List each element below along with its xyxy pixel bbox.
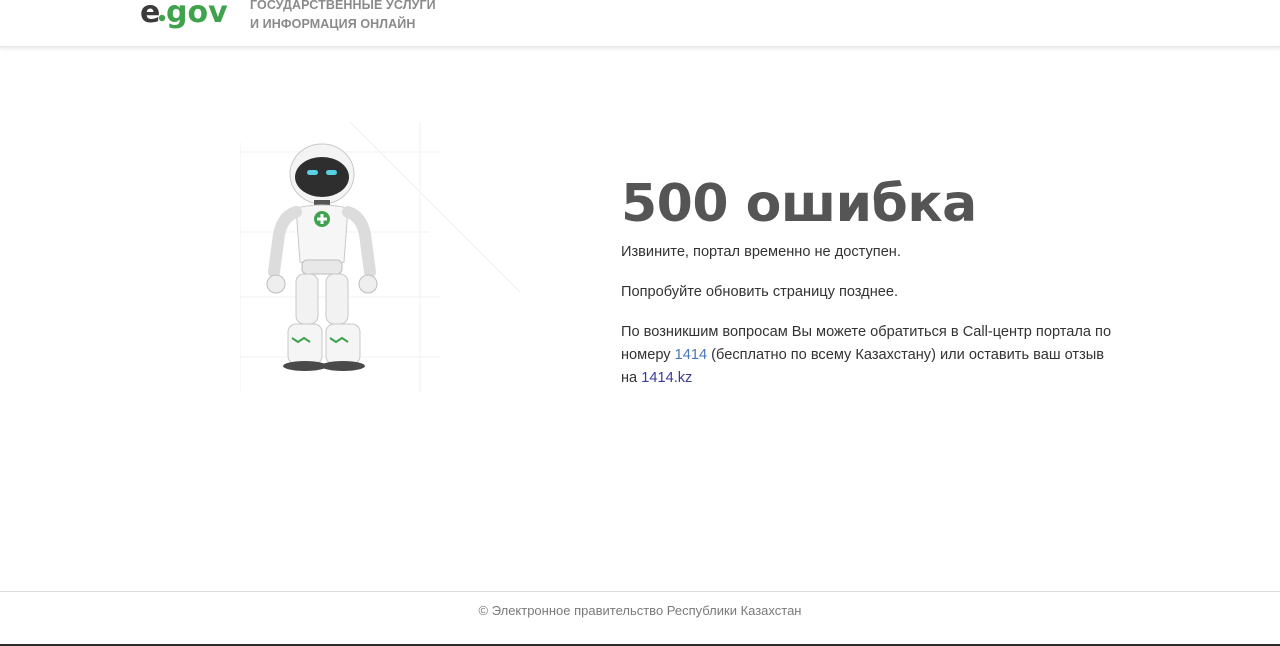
tagline-line-2: И ИНФОРМАЦИЯ ОНЛАЙН (250, 17, 416, 31)
feedback-site-link[interactable]: 1414.kz (641, 370, 692, 386)
error-content: 500 ошибка Извините, портал временно не … (621, 174, 1121, 390)
svg-text:gov: gov (166, 0, 228, 30)
site-footer: © Электронное правительство Республики К… (0, 591, 1280, 646)
error-message-retry: Попробуйте обновить страницу позднее. (621, 284, 899, 300)
phone-link[interactable]: 1414 (675, 347, 707, 363)
tagline-line-1: ГОСУДАРСТВЕННЫЕ УСЛУГИ (250, 0, 436, 12)
error-message-contact: По возникшим вопросам Вы можете обратить… (621, 321, 1121, 390)
egov-logo[interactable]: e gov (140, 0, 240, 34)
egov-logo-icon: e gov (140, 0, 228, 30)
error-message-unavailable: Извините, портал временно не доступен. (621, 244, 901, 260)
robot-illustration (239, 121, 522, 392)
error-title: 500 ошибка (621, 174, 977, 234)
header-tagline: ГОСУДАРСТВЕННЫЕ УСЛУГИ И ИНФОРМАЦИЯ ОНЛА… (250, 0, 436, 34)
footer-copyright: © Электронное правительство Республики К… (478, 603, 802, 618)
svg-text:e: e (140, 0, 160, 30)
site-header: e gov ГОСУДАРСТВЕННЫЕ УСЛУГИ И ИНФОРМАЦИ… (0, 0, 1280, 47)
robot-illustration-icon (239, 121, 521, 392)
